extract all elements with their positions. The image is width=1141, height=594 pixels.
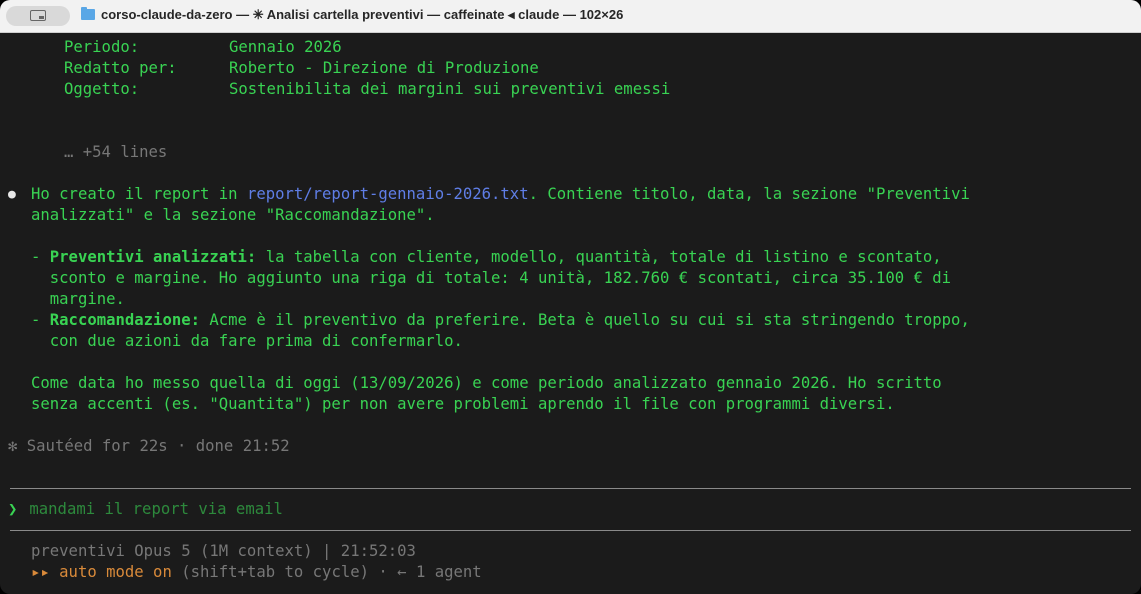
terminal-content[interactable]: Periodo: Gennaio 2026 Redatto per: Roberto… [0, 33, 1141, 594]
message-paragraph-line-2: senza accenti (es. "Quantita") per non a… [31, 395, 895, 413]
message-paragraph-line-1: Come data ho messo quella di oggi (13/09… [31, 374, 942, 392]
prompt-separator-top [10, 488, 1131, 489]
list-item-preventivi: - Preventivi analizzati: la tabella con … [31, 247, 942, 268]
list-item-title: Raccomandazione: [49, 311, 200, 329]
message-line-1: Ho creato il report in report/report-gen… [31, 184, 970, 205]
mode-hint: (shift+tab to cycle) · ← 1 agent [181, 563, 482, 581]
status-text: Sautéed for 22s · done 21:52 [26, 437, 290, 455]
terminal-window: corso-claude-da-zero — ✳ Analisi cartell… [0, 0, 1141, 594]
message-line-2: analizzati" e la sezione "Raccomandazion… [31, 206, 435, 224]
message-text: . Contiene titolo, data, la sezione "Pre… [528, 185, 970, 203]
prompt-row[interactable]: ❯ mandami il report via email [8, 499, 283, 520]
prompt-separator-bottom [10, 530, 1131, 531]
periodo-label: Periodo: [64, 38, 140, 56]
auto-mode-label[interactable]: auto mode on [59, 563, 172, 581]
list-item-preventivi-line-3: margine. [31, 290, 125, 308]
list-item-text: Acme è il preventivo da preferire. Beta … [200, 311, 970, 329]
status-line: ✻ Sautéed for 22s · done 21:52 [8, 436, 290, 457]
list-item-raccomandazione-line-2: con due azioni da fare prima di conferma… [31, 332, 463, 350]
periodo-row: Periodo: Gennaio 2026 [10, 37, 342, 58]
redatto-value: Roberto - Direzione di Produzione [229, 59, 539, 77]
message-bullet-icon: ● [8, 187, 16, 202]
list-item-preventivi-line-2: sconto e margine. Ho aggiunto una riga d… [31, 269, 952, 287]
list-item-raccomandazione: - Raccomandazione: Acme è il preventivo … [31, 310, 970, 331]
fast-forward-icon: ▸▸ [31, 563, 50, 581]
list-item-title: Preventivi analizzati: [49, 248, 257, 266]
periodo-value: Gennaio 2026 [229, 38, 342, 56]
report-file-link[interactable]: report/report-gennaio-2026.txt [247, 185, 529, 203]
list-item-text: la tabella con cliente, modello, quantit… [256, 248, 942, 266]
collapsed-lines-indicator[interactable]: … +54 lines [64, 142, 167, 163]
sparkle-icon: ✻ [8, 437, 18, 455]
folder-icon [81, 7, 95, 20]
window-title: corso-claude-da-zero — ✳ Analisi cartell… [101, 7, 624, 22]
tab-overview-button[interactable] [6, 6, 70, 26]
list-dash: - [31, 311, 50, 329]
status-bar-model: preventivi Opus 5 (1M context) | 21:52:0… [31, 542, 416, 560]
prompt-input[interactable]: mandami il report via email [29, 500, 282, 518]
oggetto-label: Oggetto: [64, 80, 140, 98]
prompt-chevron-icon: ❯ [8, 500, 18, 518]
redatto-row: Redatto per: Roberto - Direzione di Produ… [10, 58, 539, 79]
message-text: Ho creato il report in [31, 185, 247, 203]
list-dash: - [31, 248, 50, 266]
oggetto-value: Sostenibilita dei margini sui preventivi… [229, 80, 671, 98]
window-tabs-icon [30, 10, 46, 21]
mode-row: ▸▸ auto mode on (shift+tab to cycle) · ←… [31, 562, 482, 583]
redatto-label: Redatto per: [64, 59, 177, 77]
title-bar: corso-claude-da-zero — ✳ Analisi cartell… [0, 0, 1141, 33]
oggetto-row: Oggetto: Sostenibilita dei margini sui pr… [10, 79, 670, 100]
